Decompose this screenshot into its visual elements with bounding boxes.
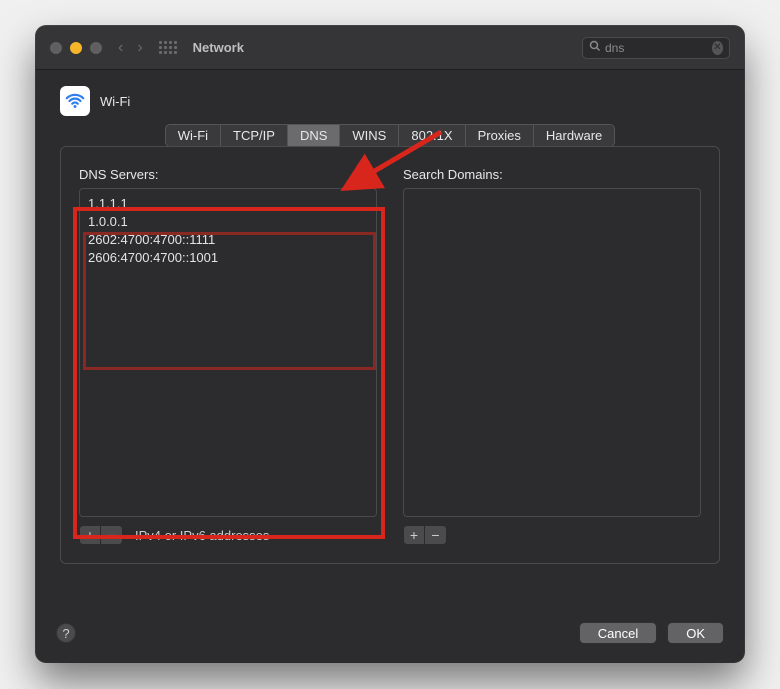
help-button[interactable]: ? [56, 623, 76, 643]
dns-servers-label: DNS Servers: [79, 167, 377, 182]
forward-button[interactable]: › [137, 39, 142, 57]
interface-header: Wi-Fi [60, 86, 720, 116]
footer: ? Cancel OK [36, 610, 744, 662]
search-domains-column: Search Domains: + − [403, 167, 701, 545]
dns-server-row[interactable]: 2602:4700:4700::1111 [88, 231, 368, 249]
add-search-domain-button[interactable]: + [403, 525, 425, 545]
ok-button[interactable]: OK [667, 622, 724, 644]
dns-servers-column: DNS Servers: 1.1.1.11.0.0.12602:4700:470… [79, 167, 377, 545]
add-dns-server-button[interactable]: + [79, 525, 101, 545]
tab-8021x[interactable]: 802.1X [399, 125, 465, 146]
cancel-button[interactable]: Cancel [579, 622, 657, 644]
remove-search-domain-button[interactable]: − [425, 525, 447, 545]
preferences-window: ‹ › Network ✕ [36, 26, 744, 662]
nav-arrows: ‹ › [118, 39, 143, 57]
search-icon [589, 40, 601, 55]
tabstrip: Wi-FiTCP/IPDNSWINS802.1XProxiesHardware [165, 124, 616, 147]
minimize-window-button[interactable] [70, 42, 82, 54]
interface-name: Wi-Fi [100, 94, 130, 109]
dns-server-row[interactable]: 1.1.1.1 [88, 195, 368, 213]
search-domains-label: Search Domains: [403, 167, 701, 182]
content-area: Wi-Fi Wi-FiTCP/IPDNSWINS802.1XProxiesHar… [36, 70, 744, 582]
window-title: Network [193, 40, 244, 55]
tab-wins[interactable]: WINS [340, 125, 399, 146]
tab-hardware[interactable]: Hardware [534, 125, 614, 146]
tab-tcpip[interactable]: TCP/IP [221, 125, 288, 146]
remove-dns-server-button[interactable]: − [101, 525, 123, 545]
clear-search-button[interactable]: ✕ [712, 41, 723, 55]
search-domains-list[interactable] [403, 188, 701, 517]
search-field-wrap[interactable]: ✕ [582, 37, 730, 59]
back-button[interactable]: ‹ [118, 39, 123, 57]
close-window-button[interactable] [50, 42, 62, 54]
tab-dns[interactable]: DNS [288, 125, 340, 146]
tab-proxies[interactable]: Proxies [466, 125, 534, 146]
dns-panel: DNS Servers: 1.1.1.11.0.0.12602:4700:470… [60, 146, 720, 564]
dns-servers-list[interactable]: 1.1.1.11.0.0.12602:4700:4700::11112606:4… [79, 188, 377, 517]
show-all-prefs-button[interactable] [159, 41, 177, 55]
tab-wifi[interactable]: Wi-Fi [166, 125, 221, 146]
traffic-lights [50, 42, 102, 54]
search-input[interactable] [605, 41, 712, 55]
dns-hint: IPv4 or IPv6 addresses [135, 528, 269, 543]
wifi-icon [60, 86, 90, 116]
dns-server-row[interactable]: 1.0.0.1 [88, 213, 368, 231]
dns-server-row[interactable]: 2606:4700:4700::1001 [88, 249, 368, 267]
titlebar: ‹ › Network ✕ [36, 26, 744, 70]
zoom-window-button[interactable] [90, 42, 102, 54]
